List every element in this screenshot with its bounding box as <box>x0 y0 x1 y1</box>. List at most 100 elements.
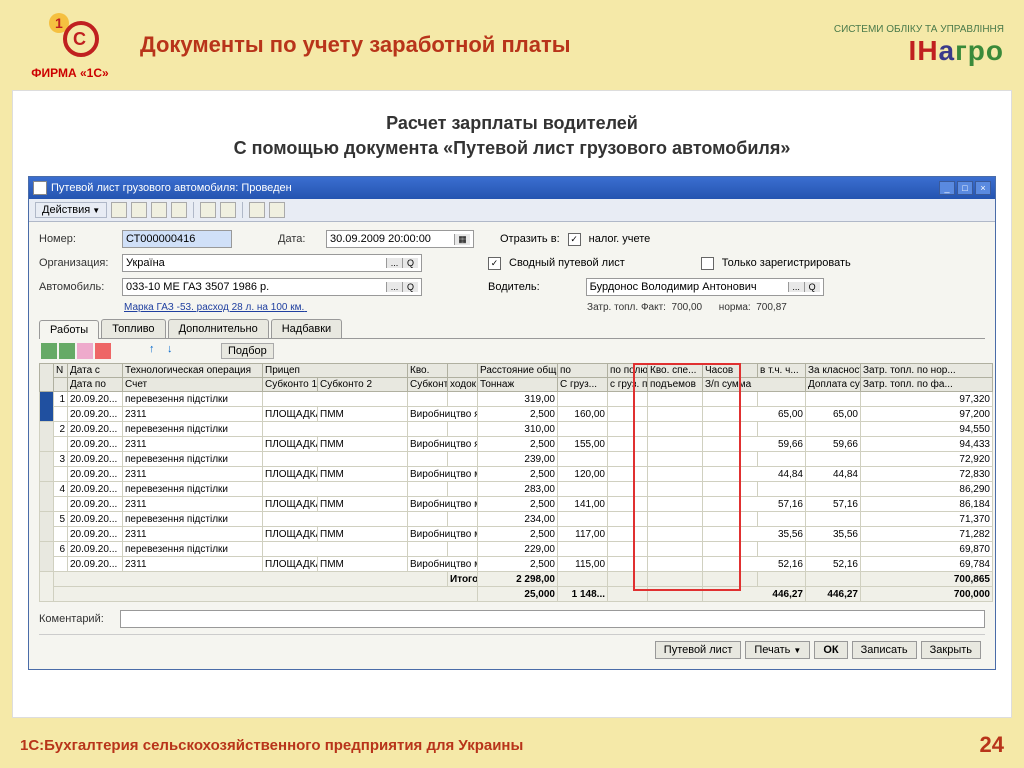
footer-text: 1С:Бухгалтерия сельскохозяйственного пре… <box>20 737 523 754</box>
auto-label: Автомобиль: <box>39 281 114 293</box>
logo-1c-icon: 1 С <box>41 11 99 59</box>
svod-checkbox[interactable]: ✓ <box>488 257 501 270</box>
tab-additional[interactable]: Дополнительно <box>168 319 269 338</box>
search-icon[interactable]: Q <box>804 282 820 292</box>
table-row[interactable]: 20.09.20...2311ПЛОЩАДКА ...ПММВиробництв… <box>40 407 993 422</box>
driver-label: Водитель: <box>488 281 540 293</box>
table-row[interactable]: 420.09.20...перевезення підстілки 283,00… <box>40 482 993 497</box>
tabs: Работы Топливо Дополнительно Надбавки <box>39 319 985 339</box>
table-row[interactable]: 20.09.20...2311ПЛОЩАДКА ...ПММВиробництв… <box>40 467 993 482</box>
toolbar-icon-3[interactable] <box>151 202 167 218</box>
inagro-brand: ІНагро <box>814 35 1004 67</box>
edit-row-icon[interactable] <box>77 343 93 359</box>
toolbar-icon-8[interactable] <box>269 202 285 218</box>
waybill-button[interactable]: Путевой лист <box>655 641 742 659</box>
logo-inagro: СИСТЕМИ ОБЛІКУ ТА УПРАВЛІННЯ ІНагро <box>814 24 1004 67</box>
doc-icon <box>33 181 47 195</box>
data-table[interactable]: NДата сТехнологическая операция ПрицепКв… <box>39 363 993 602</box>
window-title: Путевой лист грузового автомобиля: Прове… <box>51 182 939 194</box>
separator <box>193 202 194 218</box>
org-input[interactable]: Україна...Q <box>122 254 422 272</box>
titlebar[interactable]: Путевой лист грузового автомобиля: Прове… <box>29 177 995 199</box>
toolbar-icon-5[interactable] <box>200 202 216 218</box>
tab-bonuses[interactable]: Надбавки <box>271 319 342 338</box>
auto-input[interactable]: 033-10 МЕ ГАЗ 3507 1986 р....Q <box>122 278 422 296</box>
number-input[interactable]: СТ000000416 <box>122 230 232 248</box>
move-down-icon[interactable]: ↓ <box>167 343 183 359</box>
date-label: Дата: <box>278 233 318 245</box>
copy-row-icon[interactable] <box>59 343 75 359</box>
table-wrapper: NДата сТехнологическая операция ПрицепКв… <box>39 363 985 602</box>
brand-text: ФИРМА «1С» <box>20 66 120 80</box>
tax-label: налог. учете <box>589 233 651 245</box>
separator <box>242 202 243 218</box>
table-row[interactable]: 20.09.20...2311ПЛОЩАДКА ...ПММВиробництв… <box>40 527 993 542</box>
slide-title: Документы по учету заработной платы <box>120 32 814 58</box>
comment-label: Коментарий: <box>39 613 114 625</box>
date-input[interactable]: 30.09.2009 20:00:00▦ <box>326 230 474 248</box>
slide-header: 1 С ФИРМА «1С» Документы по учету зарабо… <box>0 0 1024 90</box>
move-up-icon[interactable]: ↑ <box>149 343 165 359</box>
footer-buttons: Путевой лист Печать ▼ ОК Записать Закрыт… <box>39 634 985 661</box>
content-area: Расчет зарплаты водителей С помощью доку… <box>12 90 1012 718</box>
table-row[interactable]: 20.09.20...2311ПЛОЩАДКА ...ПММВиробництв… <box>40 497 993 512</box>
toolbar-icon-7[interactable] <box>249 202 265 218</box>
subtitle: Расчет зарплаты водителей С помощью доку… <box>28 111 996 161</box>
toolbar-icon[interactable] <box>203 343 219 359</box>
number-label: Номер: <box>39 233 114 245</box>
table-row[interactable]: 120.09.20...перевезення підстілки 319,00… <box>40 392 993 407</box>
comment-input[interactable] <box>120 610 985 628</box>
search-icon[interactable]: Q <box>402 258 418 268</box>
org-label: Организация: <box>39 257 114 269</box>
search-icon[interactable]: Q <box>402 282 418 292</box>
total-row: Итого: 2 298,00700,865 <box>40 572 993 587</box>
maximize-button[interactable]: □ <box>957 181 973 195</box>
total-row: 25,0001 148...446,27446,27700,000 <box>40 587 993 602</box>
toolbar-icon[interactable] <box>113 343 129 359</box>
add-row-icon[interactable] <box>41 343 57 359</box>
actions-menu[interactable]: Действия ▼ <box>35 202 107 218</box>
chevron-down-icon: ▼ <box>793 646 801 655</box>
onlyreg-checkbox[interactable] <box>701 257 714 270</box>
auto-info: Марка ГАЗ -53. расход 28 л. на 100 км. З… <box>124 302 985 313</box>
tax-checkbox[interactable]: ✓ <box>568 233 581 246</box>
subtitle-line2: С помощью документа «Путевой лист грузов… <box>234 138 791 158</box>
ok-button[interactable]: ОК <box>814 641 847 659</box>
table-row[interactable]: 20.09.20...2311ПЛОЩАДКА ...ПММВиробництв… <box>40 437 993 452</box>
save-button[interactable]: Записать <box>852 641 917 659</box>
minimize-button[interactable]: _ <box>939 181 955 195</box>
svg-text:1: 1 <box>55 15 63 31</box>
slide-footer: 1С:Бухгалтерия сельскохозяйственного пре… <box>20 732 1004 758</box>
reflect-label: Отразить в: <box>500 233 560 245</box>
table-row[interactable]: 620.09.20...перевезення підстілки 229,00… <box>40 542 993 557</box>
select-icon[interactable]: ... <box>386 258 402 268</box>
toolbar-icon[interactable] <box>185 343 201 359</box>
toolbar-icon-1[interactable] <box>111 202 127 218</box>
toolbar-icon-2[interactable] <box>131 202 147 218</box>
toolbar-icon[interactable] <box>131 343 147 359</box>
delete-row-icon[interactable] <box>95 343 111 359</box>
tab-fuel[interactable]: Топливо <box>101 319 165 338</box>
toolbar-icon-6[interactable] <box>220 202 236 218</box>
table-row[interactable]: 520.09.20...перевезення підстілки 234,00… <box>40 512 993 527</box>
table-row[interactable]: 20.09.20...2311ПЛОЩАДКА ...ПММВиробництв… <box>40 557 993 572</box>
toolbar-icon-4[interactable] <box>171 202 187 218</box>
svg-text:С: С <box>73 29 86 49</box>
chevron-down-icon: ▼ <box>92 206 100 215</box>
print-button[interactable]: Печать ▼ <box>745 641 810 659</box>
form-body: Номер: СТ000000416 Дата: 30.09.2009 20:0… <box>29 222 995 669</box>
close-button[interactable]: Закрыть <box>921 641 981 659</box>
select-icon[interactable]: ... <box>788 282 804 292</box>
calendar-icon[interactable]: ▦ <box>454 234 470 245</box>
table-row[interactable]: 220.09.20...перевезення підстілки 310,00… <box>40 422 993 437</box>
logo-1c: 1 С ФИРМА «1С» <box>20 11 120 80</box>
tab-work[interactable]: Работы <box>39 320 99 339</box>
subtitle-line1: Расчет зарплаты водителей <box>386 113 638 133</box>
table-row[interactable]: 320.09.20...перевезення підстілки 239,00… <box>40 452 993 467</box>
selection-button[interactable]: Подбор <box>221 343 274 359</box>
app-window: Путевой лист грузового автомобиля: Прове… <box>28 176 996 670</box>
onlyreg-label: Только зарегистрировать <box>722 257 851 269</box>
close-button[interactable]: × <box>975 181 991 195</box>
driver-input[interactable]: Бурдонос Володимир Антонович...Q <box>586 278 824 296</box>
select-icon[interactable]: ... <box>386 282 402 292</box>
